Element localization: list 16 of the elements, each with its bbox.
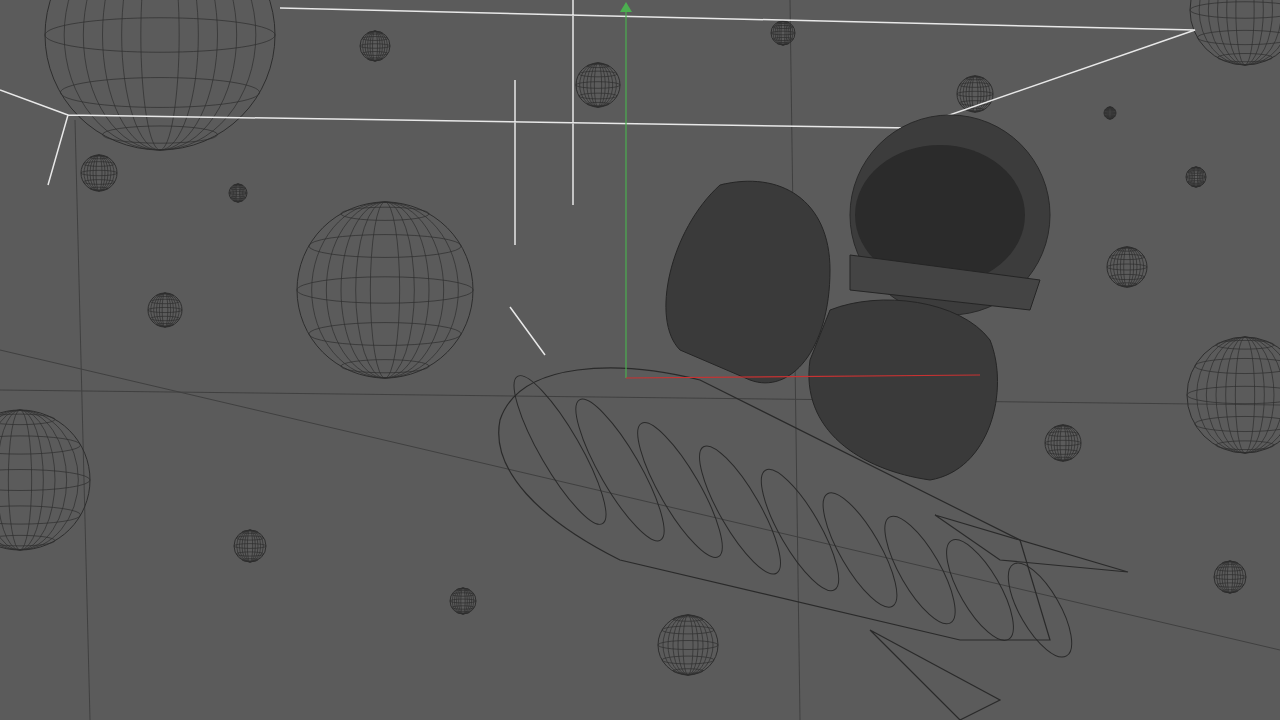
- wireframe-sphere: [80, 154, 118, 192]
- viewport[interactable]: [0, 0, 1280, 720]
- wireframe-sphere: [770, 20, 796, 46]
- wireframe-sphere: [575, 62, 621, 108]
- wireframe-sphere: [233, 529, 267, 563]
- wireframe-sphere: [1044, 424, 1082, 462]
- wireframe-sphere: [449, 587, 477, 615]
- wireframe-sphere: [1103, 106, 1117, 120]
- wireframe-sphere: [1213, 560, 1247, 594]
- wireframe-sphere: [147, 292, 183, 328]
- wireframe-sphere: [1106, 246, 1148, 288]
- wireframe-sphere: [956, 75, 994, 113]
- wireframe-sphere: [657, 614, 719, 676]
- wireframe-sphere: [1185, 166, 1207, 188]
- wireframe-sphere: [228, 183, 248, 203]
- wireframe-sphere: [359, 30, 391, 62]
